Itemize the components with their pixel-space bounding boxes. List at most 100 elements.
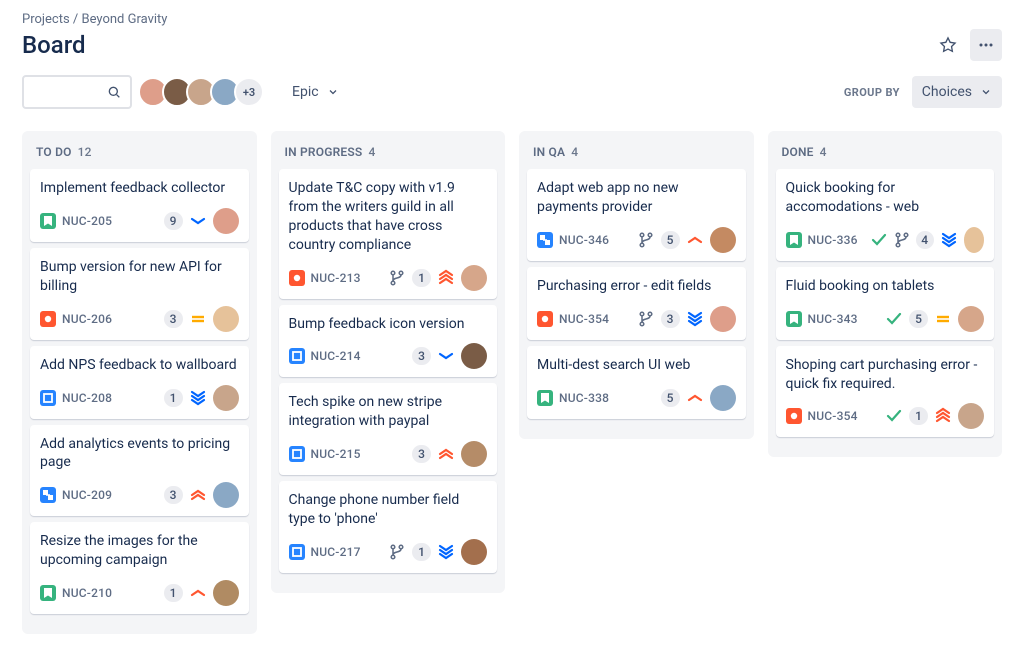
assignee-avatar[interactable] (461, 265, 487, 291)
groupby-select[interactable]: Choices (912, 76, 1002, 108)
assignee-avatar[interactable] (213, 208, 239, 234)
card[interactable]: Fluid booking on tabletsNUC-3435 (776, 267, 995, 340)
card[interactable]: Adapt web app no new payments providerNU… (527, 169, 746, 261)
branch-icon (388, 543, 406, 561)
card[interactable]: Multi-dest search UI webNUC-3385 (527, 346, 746, 419)
estimate-badge: 5 (661, 389, 680, 407)
issuetype-subtask-icon (537, 232, 553, 248)
card[interactable]: Add analytics events to pricing pageNUC-… (30, 425, 249, 517)
issuetype-story-icon (40, 213, 56, 229)
estimate-badge: 3 (412, 347, 431, 365)
issue-key: NUC-210 (62, 586, 112, 600)
card[interactable]: Resize the images for the upcoming campa… (30, 522, 249, 614)
issuetype-task-icon (289, 446, 305, 462)
more-button[interactable] (970, 29, 1002, 61)
assignee-avatar[interactable] (958, 403, 984, 429)
estimate-badge: 1 (412, 269, 431, 287)
estimate-badge: 4 (916, 231, 934, 249)
done-check-icon (870, 231, 888, 249)
card-title: Update T&C copy with v1.9 from the write… (289, 179, 488, 255)
assignee-avatar[interactable] (710, 227, 736, 253)
assignee-avatar[interactable] (461, 539, 487, 565)
star-icon (938, 35, 958, 55)
issuetype-task-icon (40, 390, 56, 406)
search-input[interactable] (22, 75, 132, 109)
card[interactable]: Shoping cart purchasing error - quick fi… (776, 346, 995, 438)
card[interactable]: Implement feedback collector NUC-205 9 (30, 169, 249, 242)
card-title: Bump feedback icon version (289, 315, 488, 334)
priority-highest-icon (437, 269, 455, 287)
issuetype-story-icon (40, 585, 56, 601)
card[interactable]: Purchasing error - edit fields NUC-354 3 (527, 267, 746, 340)
issuetype-story-icon (786, 232, 802, 248)
estimate-badge: 3 (661, 310, 680, 328)
card[interactable]: Bump version for new API for billingNUC-… (30, 248, 249, 340)
issuetype-task-icon (289, 348, 305, 364)
estimate-badge: 1 (412, 543, 431, 561)
card-title: Purchasing error - edit fields (537, 277, 736, 296)
assignee-avatar[interactable] (461, 441, 487, 467)
issue-key: NUC-217 (311, 545, 361, 559)
issuetype-subtask-icon (40, 487, 56, 503)
assignee-avatar[interactable] (213, 482, 239, 508)
issuetype-bug-icon (289, 270, 305, 286)
branch-icon (388, 269, 406, 287)
assignee-avatar[interactable] (213, 306, 239, 332)
assignee-avatar[interactable] (710, 385, 736, 411)
card-title: Fluid booking on tablets (786, 277, 985, 296)
column: IN PROGRESS4Update T&C copy with v1.9 fr… (271, 131, 506, 593)
more-icon (976, 35, 996, 55)
epic-filter[interactable]: Epic (284, 78, 347, 106)
assignee-avatar[interactable] (964, 227, 984, 253)
assignee-avatar[interactable] (958, 306, 984, 332)
card-title: Resize the images for the upcoming campa… (40, 532, 239, 570)
card[interactable]: Quick booking for accomodations - webNUC… (776, 169, 995, 261)
card[interactable]: Add NPS feedback to wallboardNUC-2081 (30, 346, 249, 419)
issue-key: NUC-206 (62, 312, 112, 326)
issue-key: NUC-346 (559, 233, 609, 247)
card[interactable]: Bump feedback icon versionNUC-2143 (279, 305, 498, 378)
assignee-avatar[interactable] (710, 306, 736, 332)
branch-icon (637, 231, 655, 249)
priority-high-single-icon (686, 231, 704, 249)
assignee-avatar[interactable] (213, 580, 239, 606)
assignee-avatar[interactable] (213, 385, 239, 411)
column: TO DO12Implement feedback collectorNUC-2… (22, 131, 257, 634)
breadcrumb-root[interactable]: Projects (22, 12, 70, 27)
star-button[interactable] (932, 29, 964, 61)
priority-lowest-icon (686, 310, 704, 328)
card-title: Tech spike on new stripe integration wit… (289, 393, 488, 431)
chevron-down-icon (327, 86, 339, 98)
issuetype-story-icon (786, 311, 802, 327)
breadcrumb-project[interactable]: Beyond Gravity (82, 12, 168, 27)
card-title: Implement feedback collector (40, 179, 239, 198)
estimate-badge: 1 (164, 584, 183, 602)
assignee-filter[interactable]: +3 (144, 77, 264, 107)
estimate-badge: 3 (164, 310, 183, 328)
card-title: Quick booking for accomodations - web (786, 179, 985, 217)
priority-highest-icon (934, 407, 952, 425)
card[interactable]: Update T&C copy with v1.9 from the write… (279, 169, 498, 299)
priority-lowest-icon (437, 543, 455, 561)
card[interactable]: Tech spike on new stripe integration wit… (279, 383, 498, 475)
issue-key: NUC-215 (311, 447, 361, 461)
issuetype-bug-icon (537, 311, 553, 327)
done-check-icon (885, 310, 903, 328)
estimate-badge: 3 (412, 445, 431, 463)
issuetype-bug-icon (40, 311, 56, 327)
issue-key: NUC-205 (62, 214, 112, 228)
column-header: IN QA4 (525, 141, 748, 169)
column-header: DONE4 (774, 141, 997, 169)
priority-low-icon (189, 212, 207, 230)
issue-key: NUC-354 (808, 409, 858, 423)
issue-key: NUC-338 (559, 391, 609, 405)
issue-key: NUC-354 (559, 312, 609, 326)
estimate-badge: 5 (661, 231, 680, 249)
issue-key: NUC-213 (311, 271, 361, 285)
estimate-badge: 9 (164, 212, 183, 230)
assignee-avatar[interactable] (461, 343, 487, 369)
card[interactable]: Change phone number field type to 'phone… (279, 481, 498, 573)
estimate-badge: 1 (909, 407, 928, 425)
card-title: Change phone number field type to 'phone… (289, 491, 488, 529)
avatar-more[interactable]: +3 (234, 77, 264, 107)
